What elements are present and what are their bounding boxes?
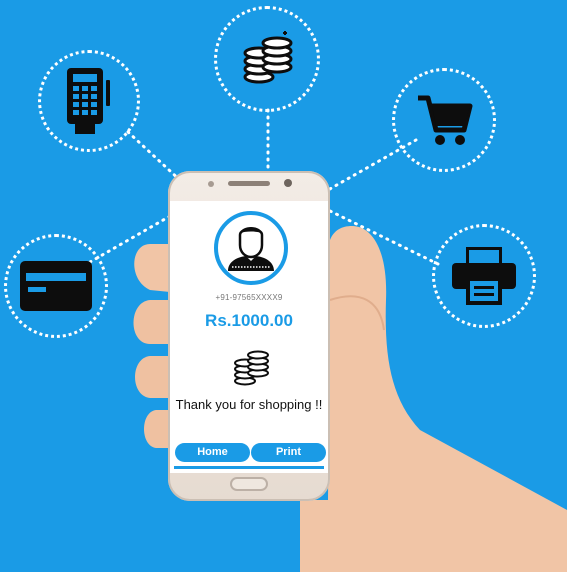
customer-phone-number: +91-97565XXXX9 (215, 293, 283, 302)
coins-icon (231, 347, 271, 392)
thank-you-message: Thank you for shopping !! (175, 397, 323, 412)
proximity-sensor (208, 181, 214, 187)
earpiece-speaker (228, 181, 270, 186)
phone-screen: +91-97565XXXX9 Rs.1000.00 Thank you for … (170, 201, 328, 473)
screen-bottom-bar (174, 466, 324, 469)
phone-home-key[interactable] (230, 477, 268, 491)
scene: +91-97565XXXX9 Rs.1000.00 Thank you for … (0, 0, 567, 572)
avatar (214, 211, 288, 285)
payment-amount: Rs.1000.00 (205, 311, 293, 330)
home-button[interactable]: Home (175, 443, 250, 462)
print-button[interactable]: Print (251, 443, 326, 462)
user-icon (228, 227, 274, 271)
front-camera (284, 179, 292, 187)
